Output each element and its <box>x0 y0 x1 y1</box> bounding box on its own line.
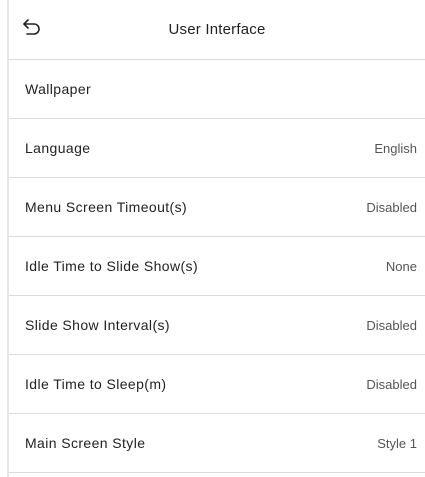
setting-idle-time-to-slide-show[interactable]: Idle Time to Slide Show(s) None <box>9 237 425 296</box>
header-bar: User Interface <box>9 0 425 60</box>
setting-language[interactable]: Language English <box>9 119 425 178</box>
setting-label: Idle Time to Sleep(m) <box>25 376 167 392</box>
settings-panel: User Interface Wallpaper Language Englis… <box>7 0 425 477</box>
setting-value: Style 1 <box>377 435 417 451</box>
setting-label: Language <box>25 140 91 156</box>
setting-label: Main Screen Style <box>25 435 146 451</box>
setting-label: Slide Show Interval(s) <box>25 317 170 333</box>
settings-list: Wallpaper Language English Menu Screen T… <box>9 60 425 473</box>
setting-value: Disabled <box>366 317 417 333</box>
setting-value: None <box>385 258 417 274</box>
setting-label: Wallpaper <box>25 81 92 97</box>
page-title: User Interface <box>168 21 266 38</box>
setting-value: English <box>374 140 417 156</box>
user-interface-screen: User Interface Wallpaper Language Englis… <box>0 0 425 477</box>
setting-menu-screen-timeout[interactable]: Menu Screen Timeout(s) Disabled <box>9 178 425 237</box>
setting-main-screen-style[interactable]: Main Screen Style Style 1 <box>9 414 425 473</box>
setting-label: Idle Time to Slide Show(s) <box>25 258 199 274</box>
setting-label: Menu Screen Timeout(s) <box>25 199 188 215</box>
setting-wallpaper[interactable]: Wallpaper <box>9 60 425 119</box>
back-button[interactable] <box>17 14 47 44</box>
setting-value: Disabled <box>366 199 417 215</box>
setting-slide-show-interval[interactable]: Slide Show Interval(s) Disabled <box>9 296 425 355</box>
setting-value: Disabled <box>366 376 417 392</box>
setting-idle-time-to-sleep[interactable]: Idle Time to Sleep(m) Disabled <box>9 355 425 414</box>
back-arrow-icon <box>22 18 42 41</box>
